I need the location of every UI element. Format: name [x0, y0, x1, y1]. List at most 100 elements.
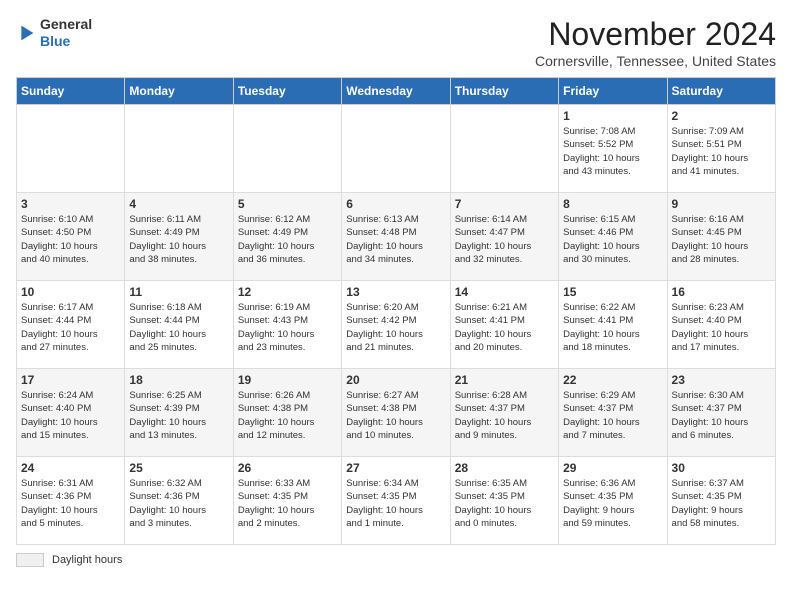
day-info: Sunrise: 6:28 AM Sunset: 4:37 PM Dayligh…: [455, 389, 554, 442]
logo: General Blue: [16, 16, 92, 50]
calendar-week-row: 3Sunrise: 6:10 AM Sunset: 4:50 PM Daylig…: [17, 193, 776, 281]
calendar-cell: 17Sunrise: 6:24 AM Sunset: 4:40 PM Dayli…: [17, 369, 125, 457]
day-info: Sunrise: 6:33 AM Sunset: 4:35 PM Dayligh…: [238, 477, 337, 530]
day-number: 3: [21, 197, 120, 211]
day-info: Sunrise: 6:20 AM Sunset: 4:42 PM Dayligh…: [346, 301, 445, 354]
calendar-cell: [450, 105, 558, 193]
day-info: Sunrise: 6:12 AM Sunset: 4:49 PM Dayligh…: [238, 213, 337, 266]
day-info: Sunrise: 6:18 AM Sunset: 4:44 PM Dayligh…: [129, 301, 228, 354]
calendar-day-header: Friday: [559, 78, 667, 105]
calendar-cell: [17, 105, 125, 193]
day-number: 26: [238, 461, 337, 475]
day-info: Sunrise: 6:23 AM Sunset: 4:40 PM Dayligh…: [672, 301, 771, 354]
day-number: 28: [455, 461, 554, 475]
calendar-cell: 4Sunrise: 6:11 AM Sunset: 4:49 PM Daylig…: [125, 193, 233, 281]
logo-text: General Blue: [40, 16, 92, 50]
day-number: 27: [346, 461, 445, 475]
day-number: 6: [346, 197, 445, 211]
calendar-cell: 26 Sunrise: 6:33 AM Sunset: 4:35 PM Dayli…: [233, 457, 341, 545]
month-title: November 2024: [535, 16, 776, 53]
calendar-cell: 15 Sunrise: 6:22 AM Sunset: 4:41 PM Dayli…: [559, 281, 667, 369]
calendar-cell: 18 Sunrise: 6:25 AM Sunset: 4:39 PM Dayli…: [125, 369, 233, 457]
day-info: Sunrise: 6:21 AM Sunset: 4:41 PM Dayligh…: [455, 301, 554, 354]
day-info: Sunrise: 6:30 AM Sunset: 4:37 PM Dayligh…: [672, 389, 771, 442]
calendar-cell: 29 Sunrise: 6:36 AM Sunset: 4:35 PM Dayli…: [559, 457, 667, 545]
day-info: Sunrise: 6:15 AM Sunset: 4:46 PM Dayligh…: [563, 213, 662, 266]
calendar-cell: 1 Sunrise: 7:08 AM Sunset: 5:52 PM Daylig…: [559, 105, 667, 193]
day-number: 2: [672, 109, 771, 123]
calendar-day-header: Saturday: [667, 78, 775, 105]
calendar-cell: 22Sunrise: 6:29 AM Sunset: 4:37 PM Dayli…: [559, 369, 667, 457]
day-number: 24: [21, 461, 120, 475]
calendar-cell: 24 Sunrise: 6:31 AM Sunset: 4:36 PM Dayli…: [17, 457, 125, 545]
calendar-cell: [233, 105, 341, 193]
day-info: Sunrise: 6:24 AM Sunset: 4:40 PM Dayligh…: [21, 389, 120, 442]
day-info: Sunrise: 6:14 AM Sunset: 4:47 PM Dayligh…: [455, 213, 554, 266]
day-number: 22: [563, 373, 662, 387]
day-info: Sunrise: 6:36 AM Sunset: 4:35 PM Dayligh…: [563, 477, 662, 530]
legend-box: [16, 553, 44, 567]
calendar-week-row: 17Sunrise: 6:24 AM Sunset: 4:40 PM Dayli…: [17, 369, 776, 457]
day-info: Sunrise: 7:08 AM Sunset: 5:52 PM Dayligh…: [563, 125, 662, 178]
day-number: 14: [455, 285, 554, 299]
day-number: 20: [346, 373, 445, 387]
calendar-cell: 7 Sunrise: 6:14 AM Sunset: 4:47 PM Daylig…: [450, 193, 558, 281]
calendar-cell: 27 Sunrise: 6:34 AM Sunset: 4:35 PM Dayli…: [342, 457, 450, 545]
title-block: November 2024 Cornersville, Tennessee, U…: [535, 16, 776, 69]
day-info: Sunrise: 6:31 AM Sunset: 4:36 PM Dayligh…: [21, 477, 120, 530]
day-info: Sunrise: 6:26 AM Sunset: 4:38 PM Dayligh…: [238, 389, 337, 442]
calendar-day-header: Wednesday: [342, 78, 450, 105]
calendar-table: SundayMondayTuesdayWednesdayThursdayFrid…: [16, 77, 776, 545]
calendar-cell: 25 Sunrise: 6:32 AM Sunset: 4:36 PM Dayli…: [125, 457, 233, 545]
day-number: 12: [238, 285, 337, 299]
day-number: 30: [672, 461, 771, 475]
day-number: 29: [563, 461, 662, 475]
day-number: 11: [129, 285, 228, 299]
day-number: 9: [672, 197, 771, 211]
day-info: Sunrise: 6:19 AM Sunset: 4:43 PM Dayligh…: [238, 301, 337, 354]
calendar-cell: 5Sunrise: 6:12 AM Sunset: 4:49 PM Daylig…: [233, 193, 341, 281]
day-info: Sunrise: 6:32 AM Sunset: 4:36 PM Dayligh…: [129, 477, 228, 530]
calendar-cell: 13Sunrise: 6:20 AM Sunset: 4:42 PM Dayli…: [342, 281, 450, 369]
legend-label: Daylight hours: [52, 554, 122, 566]
day-info: Sunrise: 6:22 AM Sunset: 4:41 PM Dayligh…: [563, 301, 662, 354]
day-info: Sunrise: 6:17 AM Sunset: 4:44 PM Dayligh…: [21, 301, 120, 354]
day-info: Sunrise: 6:25 AM Sunset: 4:39 PM Dayligh…: [129, 389, 228, 442]
legend: Daylight hours: [16, 553, 776, 567]
calendar-week-row: 10Sunrise: 6:17 AM Sunset: 4:44 PM Dayli…: [17, 281, 776, 369]
day-info: Sunrise: 7:09 AM Sunset: 5:51 PM Dayligh…: [672, 125, 771, 178]
day-number: 25: [129, 461, 228, 475]
calendar-cell: [342, 105, 450, 193]
calendar-cell: 23Sunrise: 6:30 AM Sunset: 4:37 PM Dayli…: [667, 369, 775, 457]
calendar-header-row: SundayMondayTuesdayWednesdayThursdayFrid…: [17, 78, 776, 105]
day-number: 1: [563, 109, 662, 123]
day-info: Sunrise: 6:13 AM Sunset: 4:48 PM Dayligh…: [346, 213, 445, 266]
calendar-day-header: Sunday: [17, 78, 125, 105]
day-number: 19: [238, 373, 337, 387]
calendar-cell: 30Sunrise: 6:37 AM Sunset: 4:35 PM Dayli…: [667, 457, 775, 545]
calendar-cell: 9 Sunrise: 6:16 AM Sunset: 4:45 PM Daylig…: [667, 193, 775, 281]
day-info: Sunrise: 6:27 AM Sunset: 4:38 PM Dayligh…: [346, 389, 445, 442]
calendar-cell: 19 Sunrise: 6:26 AM Sunset: 4:38 PM Dayli…: [233, 369, 341, 457]
calendar-week-row: 24 Sunrise: 6:31 AM Sunset: 4:36 PM Dayli…: [17, 457, 776, 545]
calendar-cell: 8Sunrise: 6:15 AM Sunset: 4:46 PM Daylig…: [559, 193, 667, 281]
calendar-cell: 3Sunrise: 6:10 AM Sunset: 4:50 PM Daylig…: [17, 193, 125, 281]
day-info: Sunrise: 6:16 AM Sunset: 4:45 PM Dayligh…: [672, 213, 771, 266]
calendar-cell: 28Sunrise: 6:35 AM Sunset: 4:35 PM Dayli…: [450, 457, 558, 545]
day-number: 18: [129, 373, 228, 387]
calendar-cell: [125, 105, 233, 193]
day-number: 7: [455, 197, 554, 211]
calendar-day-header: Monday: [125, 78, 233, 105]
calendar-cell: 16Sunrise: 6:23 AM Sunset: 4:40 PM Dayli…: [667, 281, 775, 369]
logo-icon: [16, 23, 36, 43]
day-number: 4: [129, 197, 228, 211]
calendar-cell: 21 Sunrise: 6:28 AM Sunset: 4:37 PM Dayli…: [450, 369, 558, 457]
calendar-cell: 12 Sunrise: 6:19 AM Sunset: 4:43 PM Dayli…: [233, 281, 341, 369]
day-number: 15: [563, 285, 662, 299]
calendar-cell: 11 Sunrise: 6:18 AM Sunset: 4:44 PM Dayli…: [125, 281, 233, 369]
calendar-cell: 2 Sunrise: 7:09 AM Sunset: 5:51 PM Daylig…: [667, 105, 775, 193]
calendar-cell: 14 Sunrise: 6:21 AM Sunset: 4:41 PM Dayli…: [450, 281, 558, 369]
day-number: 21: [455, 373, 554, 387]
day-info: Sunrise: 6:34 AM Sunset: 4:35 PM Dayligh…: [346, 477, 445, 530]
calendar-week-row: 1 Sunrise: 7:08 AM Sunset: 5:52 PM Daylig…: [17, 105, 776, 193]
